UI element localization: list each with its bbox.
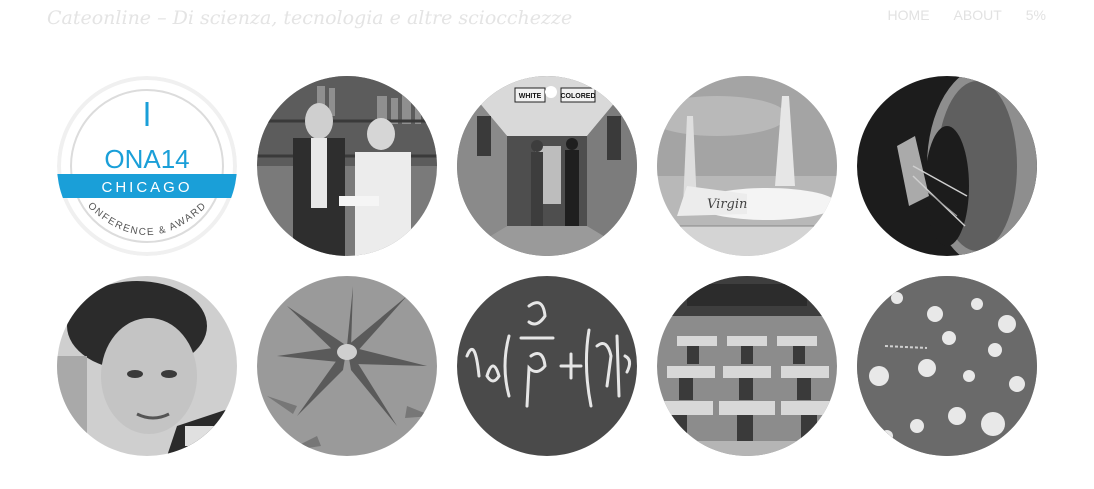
post-tile-ona14[interactable]: ONA14 CHICAGO CONFERENCE & AWARDS bbox=[57, 76, 237, 256]
ona14-logo-city: CHICAGO bbox=[101, 179, 192, 196]
photo-virgin-spaceship: Virgin bbox=[657, 76, 837, 256]
post-tile-two-men[interactable] bbox=[257, 76, 437, 256]
post-tile-bacteria[interactable] bbox=[857, 276, 1037, 456]
post-grid: ONA14 CHICAGO CONFERENCE & AWARDS bbox=[57, 76, 1037, 456]
post-tile-cannabis[interactable] bbox=[257, 276, 437, 456]
ona14-logo-image: ONA14 CHICAGO CONFERENCE & AWARDS bbox=[57, 76, 237, 256]
nav-five-percent-link[interactable]: 5% bbox=[1026, 7, 1046, 23]
photo-chalkboard-equation bbox=[457, 276, 637, 456]
photo-segregated-hallway: WHITE COLORED bbox=[457, 76, 637, 256]
post-tile-hallway[interactable]: WHITE COLORED bbox=[457, 76, 637, 256]
photo-empty-classroom bbox=[657, 276, 837, 456]
photo-cannabis-plant bbox=[257, 276, 437, 456]
ona14-logo-title: ONA14 bbox=[104, 144, 189, 174]
photo-two-men-bookshelf bbox=[257, 76, 437, 256]
post-tile-classroom[interactable] bbox=[657, 276, 837, 456]
photo-space-station bbox=[857, 76, 1037, 256]
main-nav: HOME ABOUT 5% bbox=[888, 7, 1046, 23]
sign-colored: COLORED bbox=[561, 93, 596, 100]
virgin-logo-text: Virgin bbox=[707, 197, 747, 212]
post-tile-chalkboard[interactable] bbox=[457, 276, 637, 456]
photo-bacteria-petri-dish bbox=[857, 276, 1037, 456]
post-tile-virgin[interactable]: Virgin bbox=[657, 76, 837, 256]
nav-home-link[interactable]: HOME bbox=[888, 7, 930, 23]
photo-young-man-portrait bbox=[57, 276, 237, 456]
post-tile-portrait[interactable] bbox=[57, 276, 237, 456]
site-title[interactable]: Cateonline – Di scienza, tecnologia e al… bbox=[47, 7, 572, 29]
post-tile-space[interactable] bbox=[857, 76, 1037, 256]
sign-white: WHITE bbox=[519, 93, 542, 100]
nav-about-link[interactable]: ABOUT bbox=[954, 7, 1002, 23]
site-header: Cateonline – Di scienza, tecnologia e al… bbox=[0, 0, 1094, 40]
